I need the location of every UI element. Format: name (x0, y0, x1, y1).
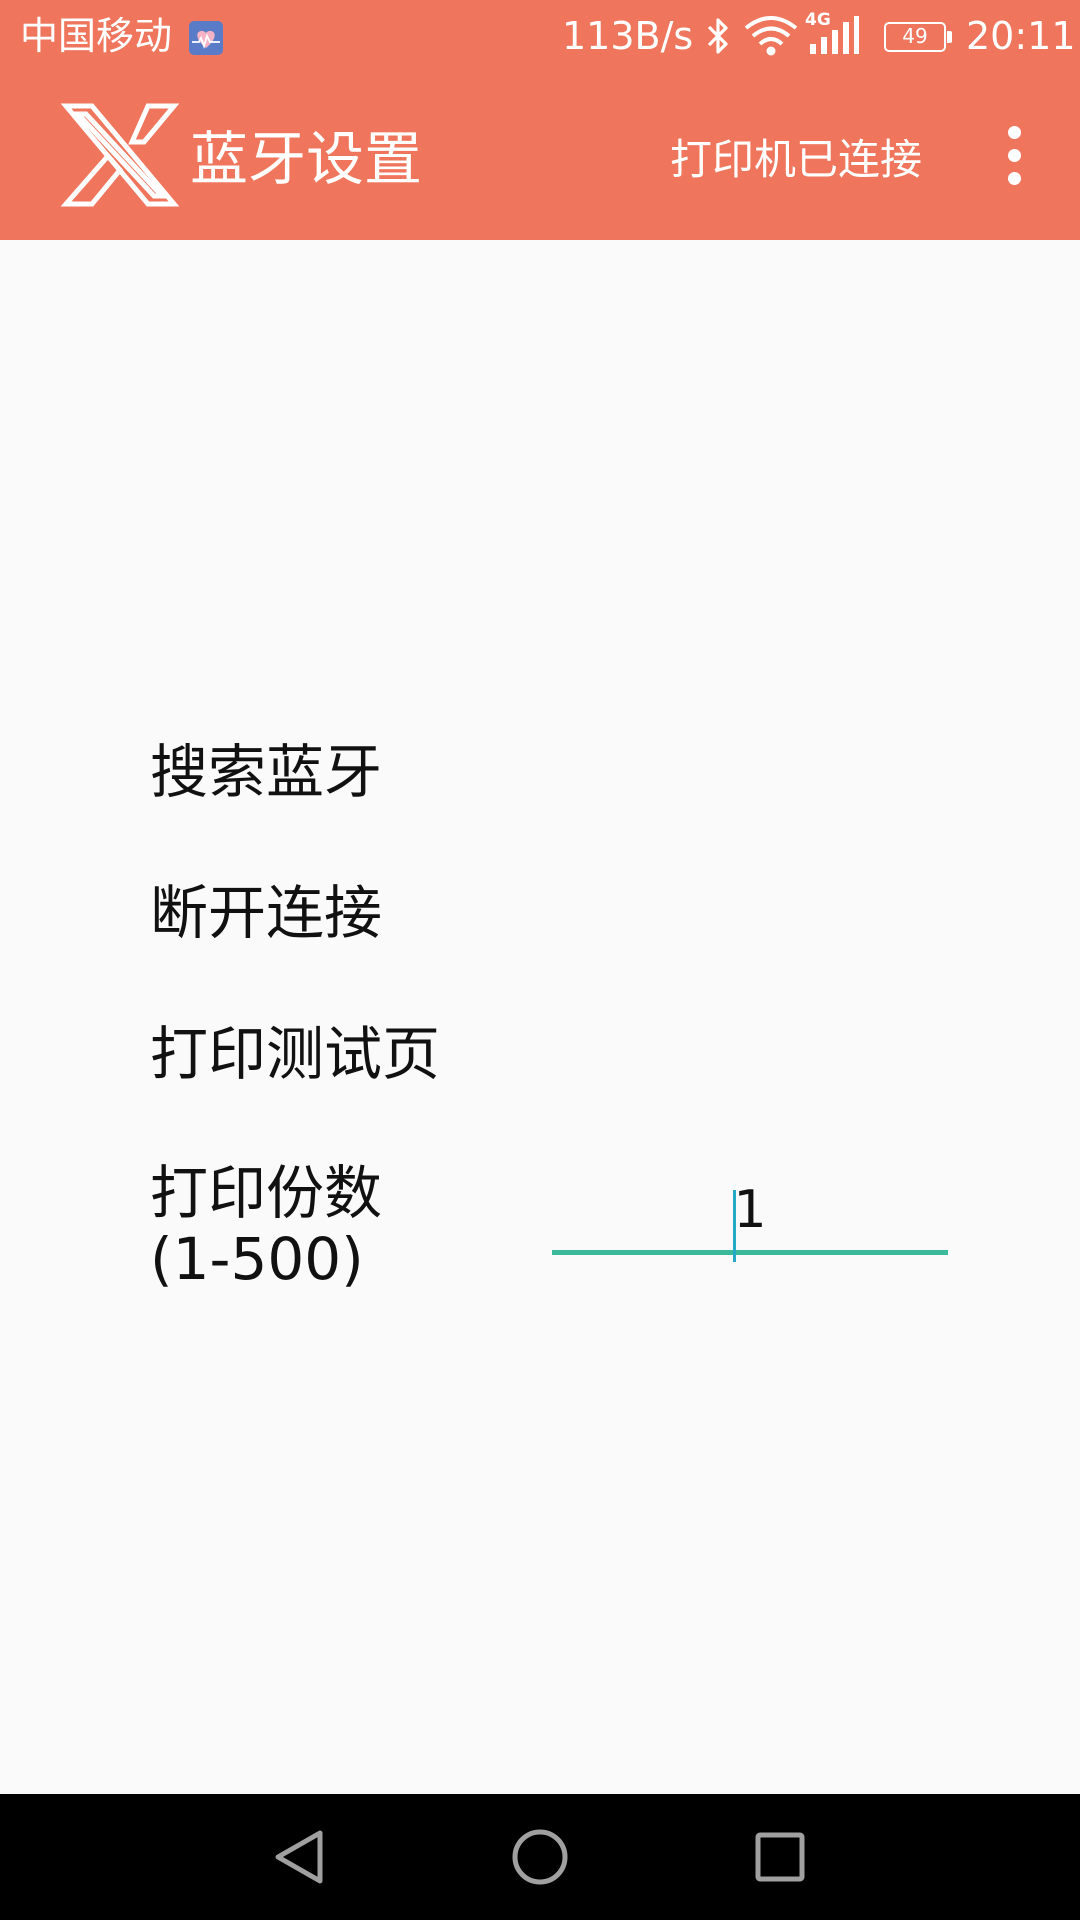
recents-icon[interactable] (748, 1825, 812, 1889)
back-icon[interactable] (268, 1825, 332, 1889)
battery-icon: 49 (884, 22, 952, 52)
print-copies-label-title: 打印份数 (150, 1159, 383, 1227)
home-icon[interactable] (508, 1825, 572, 1889)
signal-icon (810, 16, 859, 54)
print-copies-label: 打印份数 (1-500) (150, 1160, 382, 1292)
navigation-bar (0, 1794, 1080, 1920)
overflow-menu-icon[interactable] (998, 126, 1030, 192)
print-copies-input[interactable] (552, 1170, 948, 1255)
app-bar: 蓝牙设置 打印机已连接 (0, 72, 1080, 240)
print-test-page-button[interactable]: 打印测试页 (150, 1019, 440, 1089)
disconnect-button[interactable]: 断开连接 (150, 878, 382, 948)
network-speed: 113B/s (562, 14, 694, 58)
wifi-icon (744, 16, 798, 56)
overflow-dot (1007, 126, 1021, 139)
clock: 20:11 (966, 14, 1076, 58)
overflow-dot (1007, 172, 1021, 185)
text-cursor (733, 1190, 736, 1262)
overflow-dot (1007, 149, 1021, 162)
status-bar: 中国移动 113B/s 4G 49 20:11 (0, 0, 1080, 72)
print-copies-label-range: (1-500) (150, 1225, 364, 1293)
health-icon (189, 21, 223, 55)
search-bluetooth-button[interactable]: 搜索蓝牙 (150, 737, 382, 807)
app-logo-icon (60, 97, 180, 217)
printer-status-button[interactable]: 打印机已连接 (670, 132, 922, 188)
battery-level: 49 (902, 24, 928, 48)
carrier-name: 中国移动 (20, 14, 173, 58)
page-title: 蓝牙设置 (190, 125, 423, 193)
bluetooth-icon (707, 18, 728, 54)
